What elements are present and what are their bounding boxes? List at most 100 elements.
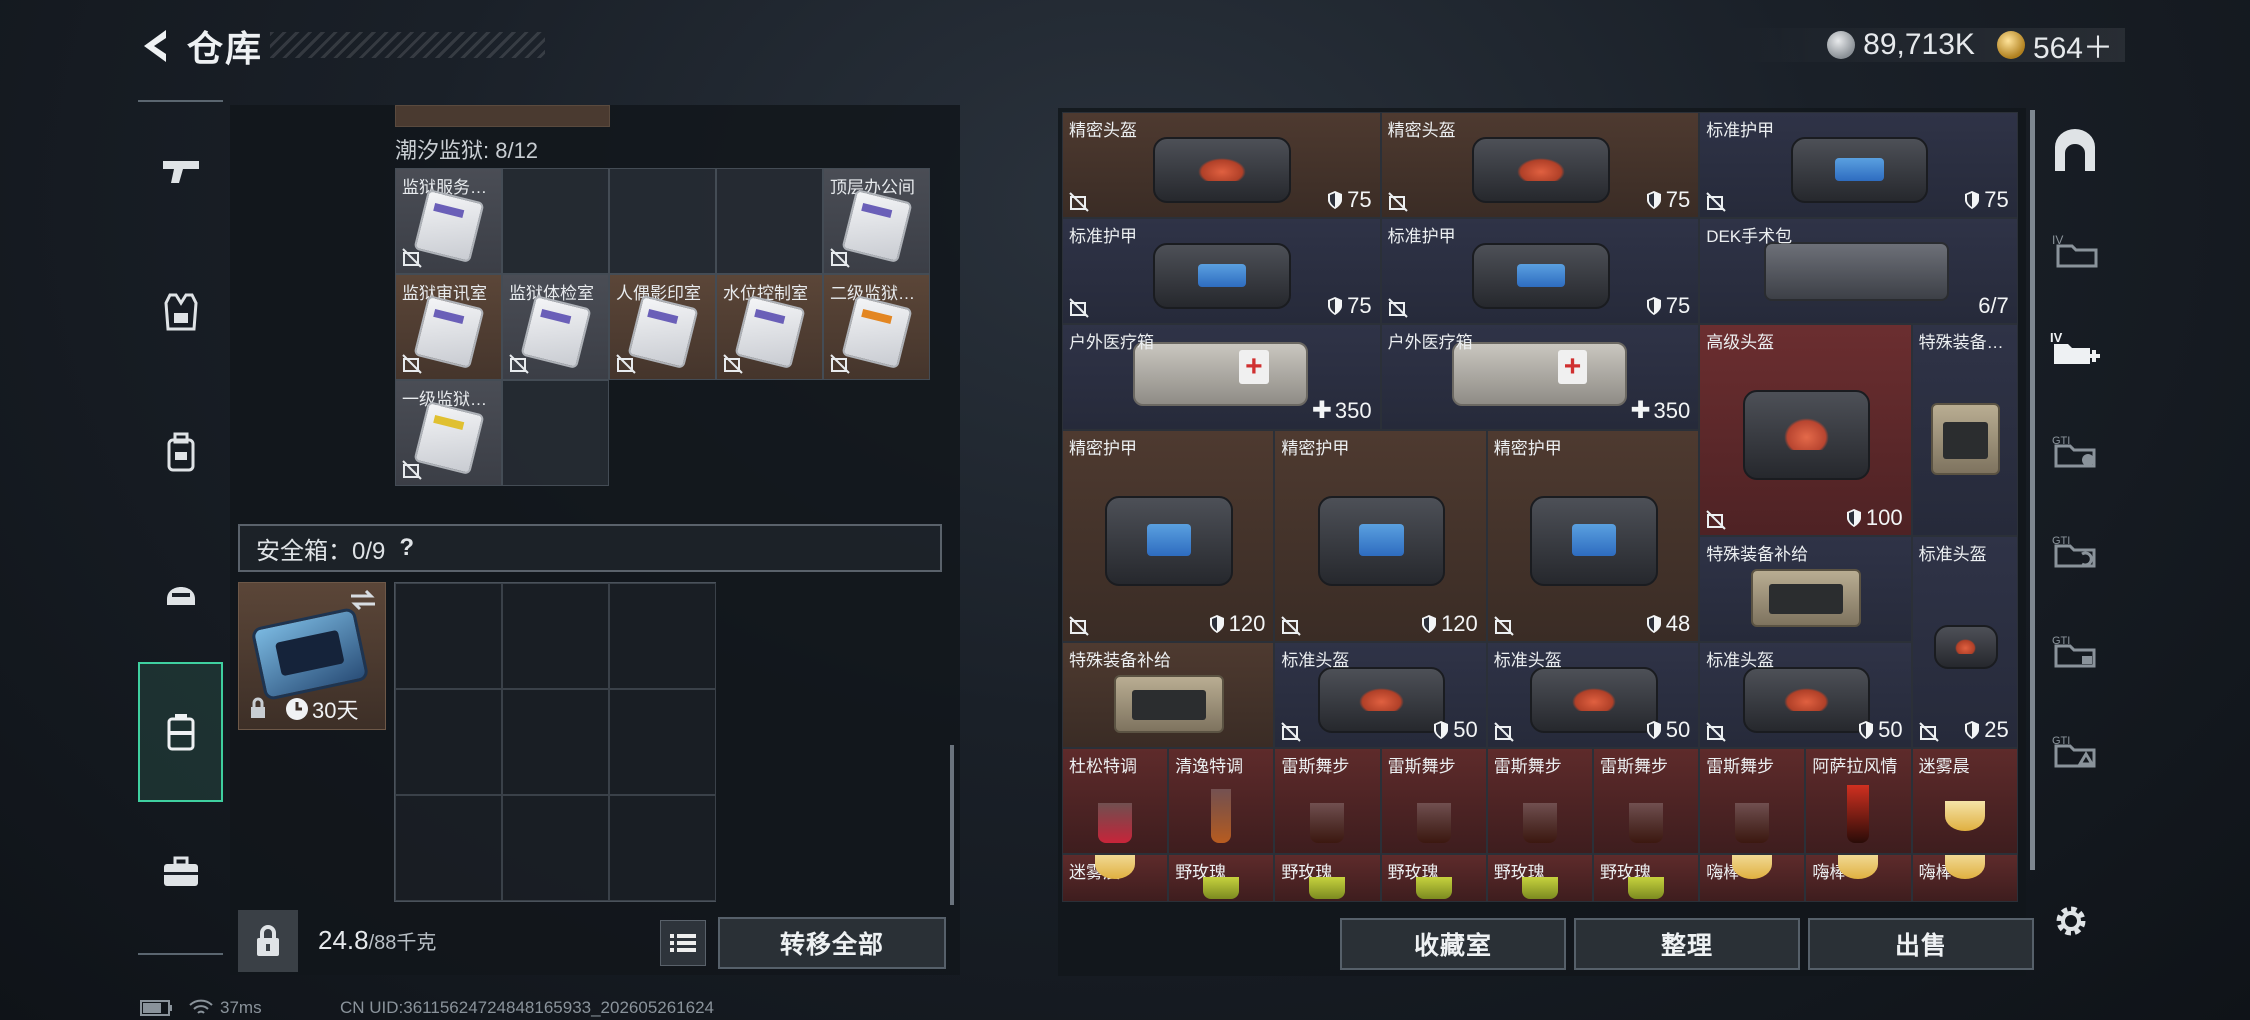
nav-backpack[interactable] (138, 382, 223, 522)
inventory-item[interactable]: 标准头盔 50 (1274, 642, 1487, 748)
item-value: 50 (1433, 717, 1478, 743)
stash-keycard-slot[interactable]: 人偶影印室 (609, 274, 716, 380)
nav-gti-1[interactable]: GTI (2040, 400, 2110, 500)
nav-gti-2[interactable]: GTI (2040, 500, 2110, 600)
durability-shield-icon (1328, 297, 1343, 315)
cocktail-glass-icon (1847, 785, 1870, 843)
cocktail-glass-icon (1735, 803, 1770, 843)
safe-box-slot (502, 795, 609, 901)
inventory-item[interactable]: 精密头盔 75 (1062, 112, 1381, 218)
inventory-item[interactable]: 特殊装备… (1911, 324, 2018, 536)
stash-keycard-slot[interactable]: 监狱审讯室 (395, 274, 502, 380)
item-value-text: 75 (1347, 187, 1372, 212)
drink-item[interactable]: 野玫瑰 (1593, 854, 1700, 902)
inventory-item[interactable]: 标准头盔 50 (1699, 642, 1912, 748)
inventory-item[interactable]: 户外医疗箱 ✚350 (1380, 324, 1700, 430)
drink-item[interactable]: 阿萨拉风情 (1805, 748, 1912, 854)
item-label: 雷斯舞步 (1387, 757, 1456, 776)
item-value-text: 75 (1665, 293, 1691, 318)
safe-box-item[interactable]: 30天 (238, 582, 386, 730)
item-label: 标准头盔 (1918, 545, 1987, 564)
inventory-item[interactable]: 精密头盔 75 (1380, 112, 1700, 218)
nav-gti-4[interactable]: GTI (2040, 700, 2110, 800)
nav-gti-3[interactable]: GTI (2040, 600, 2110, 700)
silver-currency[interactable]: 89,713K (1827, 28, 1975, 62)
stash-keycard-slot[interactable]: 一级监狱… (395, 380, 502, 486)
drink-item[interactable]: 野玫瑰 (1168, 854, 1275, 902)
nav-vest[interactable] (138, 242, 223, 382)
nav-briefcase[interactable] (138, 802, 223, 942)
drink-item[interactable]: 野玫瑰 (1274, 854, 1381, 902)
nav-container[interactable] (138, 662, 223, 802)
inventory-item[interactable]: 精密护甲 120 (1274, 430, 1487, 642)
item-value-text: 75 (1984, 187, 2009, 212)
drink-item[interactable]: 雷斯舞步 (1699, 748, 1806, 854)
nav-pistol[interactable] (138, 102, 223, 242)
item-label: 精密头盔 (1387, 121, 1456, 140)
collection-room-button[interactable]: 收藏室 (1340, 918, 1566, 970)
stash-keycard-slot[interactable]: 水位控制室 (716, 274, 823, 380)
category-label: 潮汐监狱: 8/12 (395, 138, 539, 163)
drink-item[interactable]: 杜松特调 (1062, 748, 1169, 854)
inventory-item[interactable]: 特殊装备补给 (1062, 642, 1275, 748)
inventory-item[interactable]: 标准护甲 75 (1062, 218, 1381, 324)
drink-item[interactable]: 嗨棒 (1805, 854, 1912, 902)
stash-keycard-slot[interactable]: 监狱体检室 (502, 274, 609, 380)
inventory-item[interactable]: 标准头盔 25 (1911, 536, 2018, 748)
nav-stash-arch[interactable] (2040, 100, 2110, 200)
inventory-scrollbar[interactable] (2030, 110, 2035, 870)
organize-button[interactable]: 整理 (1574, 918, 1800, 970)
drink-item[interactable]: 嗨棒 (1911, 854, 2018, 902)
durability-shield-icon (1859, 721, 1874, 739)
briefcase-icon (163, 856, 198, 886)
inventory-item[interactable]: 精密护甲 120 (1062, 430, 1275, 642)
no-drop-icon (1281, 616, 1302, 636)
clock-icon (286, 698, 308, 720)
cocktail-glass-icon (1522, 803, 1557, 843)
inventory-item[interactable]: 户外医疗箱 ✚350 (1062, 324, 1381, 430)
back-arrow-icon[interactable] (135, 22, 175, 70)
drink-item[interactable]: 雷斯舞步 (1274, 748, 1381, 854)
nav-add-iv[interactable]: IV (2040, 300, 2110, 400)
item-label: 标准头盔 (1706, 651, 1775, 670)
drink-item[interactable]: 雷斯舞步 (1593, 748, 1700, 854)
nav-folder-iv[interactable]: IV (2040, 200, 2110, 300)
helmet-icon (166, 587, 195, 605)
inventory-item[interactable]: 高级头盔 100 (1699, 324, 1912, 536)
settings-gear-icon[interactable] (2050, 900, 2092, 942)
stash-scrollbar[interactable] (950, 745, 954, 905)
inventory-item[interactable]: 标准护甲 75 (1380, 218, 1700, 324)
stash-keycard-slot[interactable]: 二级监狱… (823, 274, 930, 380)
transfer-all-button[interactable]: 转移全部 (718, 917, 946, 969)
item-value-text: 120 (1441, 611, 1478, 636)
inventory-item[interactable]: DEK手术包 6/7 (1699, 218, 2018, 324)
no-drop-icon (1706, 510, 1726, 530)
inventory-item[interactable]: 精密护甲 48 (1486, 430, 1700, 642)
inventory-item[interactable]: 特殊装备补给 (1699, 536, 1912, 642)
sell-button[interactable]: 出售 (1808, 918, 2034, 970)
drink-item[interactable]: 嗨棒 (1699, 854, 1806, 902)
armor-bag-icon (1105, 496, 1233, 586)
cocktail-glass-icon (1416, 803, 1451, 843)
help-icon[interactable]: ? (399, 534, 414, 562)
stash-keycard-slot[interactable]: 顶层办公间 (823, 168, 930, 274)
gold-currency[interactable]: 564＋ (1996, 23, 2113, 67)
cocktail-glass-icon (1095, 855, 1136, 879)
drink-item[interactable]: 雷斯舞步 (1486, 748, 1593, 854)
pistol-icon (162, 161, 199, 183)
stash-keycard-slot[interactable]: 监狱服务… (395, 168, 502, 274)
drink-item[interactable]: 迷雾晨 (1911, 748, 2018, 854)
keycard-icon (734, 294, 806, 370)
drink-item[interactable]: 迷雾晨 (1062, 854, 1169, 902)
drink-item[interactable]: 清逸特调 (1168, 748, 1275, 854)
nav-helmet[interactable] (138, 522, 223, 662)
no-drop-icon (830, 354, 850, 374)
drink-item[interactable]: 野玫瑰 (1380, 854, 1487, 902)
inventory-item[interactable]: 标准护甲 75 (1699, 112, 2018, 218)
no-drop-icon (402, 460, 422, 480)
drink-item[interactable]: 雷斯舞步 (1380, 748, 1487, 854)
drink-item[interactable]: 野玫瑰 (1486, 854, 1593, 902)
list-view-button[interactable] (660, 920, 706, 966)
inventory-item[interactable]: 标准头盔 50 (1486, 642, 1700, 748)
lock-button[interactable] (238, 910, 298, 972)
